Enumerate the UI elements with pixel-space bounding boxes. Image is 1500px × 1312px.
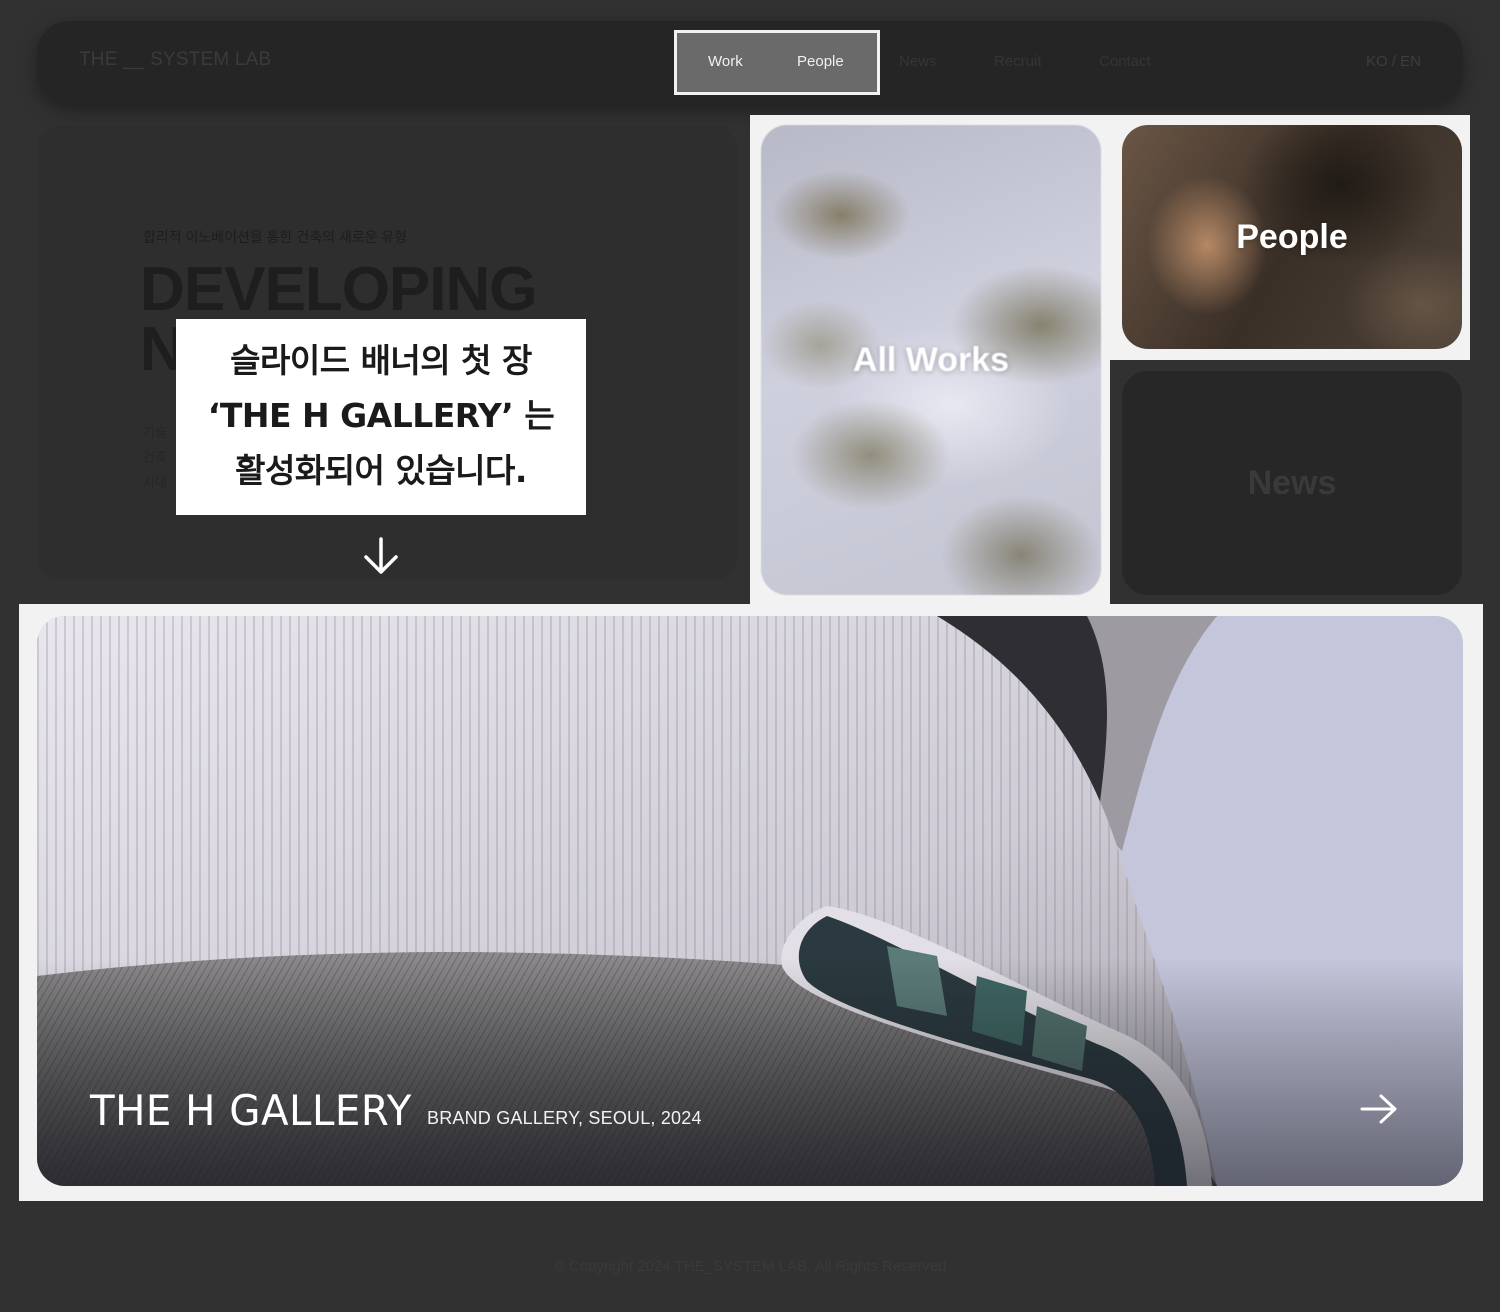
annotation-callout: 슬라이드 배너의 첫 장 ‘THE H GALLERY’ 는 활성화되어 있습니… xyxy=(176,319,586,515)
all-works-card[interactable]: All Works xyxy=(761,125,1101,595)
nav-item-contact[interactable]: Contact xyxy=(1099,53,1151,70)
site-header: THE __ SYSTEM LAB Work People News Recru… xyxy=(37,21,1463,104)
site-logo[interactable]: THE __ SYSTEM LAB xyxy=(79,49,271,71)
banner-subtitle: BRAND GALLERY, SEOUL, 2024 xyxy=(427,1108,702,1128)
news-card[interactable]: News xyxy=(1122,371,1462,595)
nav-item-news[interactable]: News xyxy=(899,53,937,70)
news-label: News xyxy=(1247,463,1337,502)
nav-item-recruit[interactable]: Recruit xyxy=(994,53,1042,70)
nav-item-work[interactable]: Work xyxy=(708,53,743,70)
callout-line: 활성화되어 있습니다. xyxy=(235,451,527,490)
callout-line: ‘THE H GALLERY’ 는 xyxy=(207,396,555,435)
all-works-label: All Works xyxy=(852,340,1010,379)
arrow-down-icon xyxy=(364,537,398,574)
arrow-right-icon[interactable] xyxy=(1359,1092,1399,1126)
hero-subtitle: 합리적 이노베이션을 통한 건축의 새로운 유형 xyxy=(143,229,408,245)
language-switch[interactable]: KO / EN xyxy=(1366,53,1421,70)
people-label: People xyxy=(1236,217,1348,256)
callout-line: 슬라이드 배너의 첫 장 xyxy=(230,341,532,380)
banner-title: THE H GALLERY xyxy=(90,1086,412,1135)
slide-banner[interactable]: THE H GALLERY BRAND GALLERY, SEOUL, 2024 xyxy=(37,616,1463,1186)
nav-item-people[interactable]: People xyxy=(797,53,844,70)
nav-highlight-box xyxy=(674,30,880,95)
people-card[interactable]: People xyxy=(1122,125,1462,349)
footer-copyright: © Copyright 2024 THE_SYSTEM LAB. All Rig… xyxy=(553,1258,947,1275)
